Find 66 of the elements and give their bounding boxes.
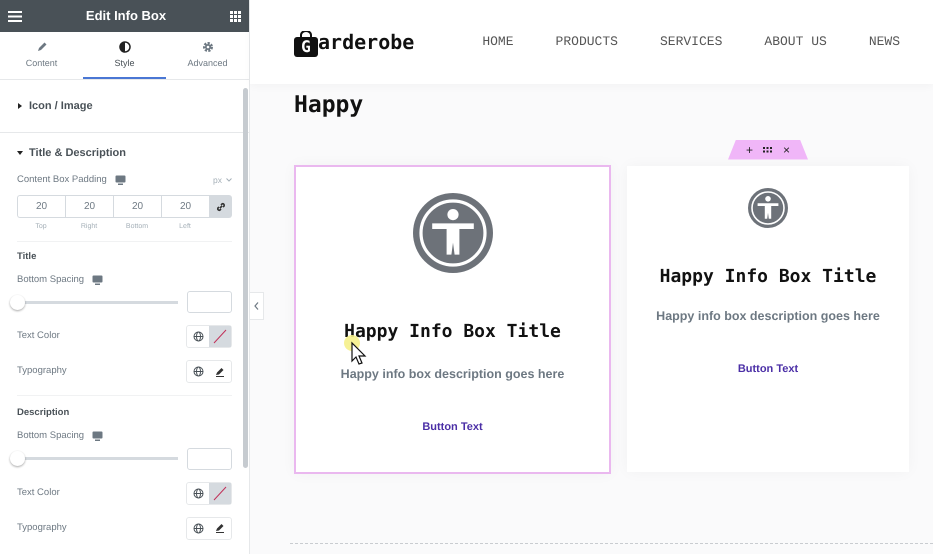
number-field[interactable]: 20 [17,195,65,218]
accessibility-icon [748,188,788,228]
gear-icon [202,41,214,53]
number-field[interactable]: 20 [65,195,113,218]
control-label: Typography [17,364,67,378]
chevron-left-icon [254,302,259,310]
scrollbar[interactable] [243,88,248,468]
link-button[interactable] [209,195,232,218]
panel-tab[interactable]: Style [83,32,166,79]
menu-icon[interactable] [8,10,22,22]
nav-link[interactable]: HOME [482,32,514,52]
apps-grid-icon[interactable] [230,10,241,22]
monitor-icon[interactable] [92,274,104,285]
info-box-description: Happy info box description goes here [340,366,564,383]
control-label: Bottom Spacing [17,272,84,287]
info-box-button[interactable]: Button Text [422,419,483,436]
control-label: Typography [17,520,67,535]
color-swatch[interactable] [209,482,231,504]
globe-icon [192,522,204,534]
pencil-icon [36,41,48,53]
number-field[interactable]: 20 [113,195,161,218]
collapse-panel-tab[interactable] [250,292,264,320]
panel-tab[interactable]: Content [0,32,83,79]
column-toolbar[interactable]: + × [728,140,808,160]
globe-icon [192,488,204,498]
caret-icon[interactable] [17,150,23,156]
control-label: Content Box Padding [17,172,107,187]
panel-title: Edit Info Box [86,7,166,26]
monitor-icon[interactable] [92,431,104,442]
info-box-title: Happy Info Box Title [660,264,876,288]
number-field[interactable] [187,291,232,313]
page-heading: Happy [294,91,364,120]
control-label: Text Color [17,329,60,344]
section-title[interactable]: Title & Description [29,144,126,162]
nav-link[interactable]: ABOUT US [764,32,827,52]
caret-icon[interactable] [17,103,23,109]
number-field[interactable] [187,448,232,470]
close-button[interactable]: × [783,140,790,158]
accessibility-icon [412,192,492,272]
pencil-icon [215,523,225,533]
section-title[interactable]: Icon / Image [29,98,93,114]
pencil-icon [215,366,225,376]
logo[interactable]: G arderobe [294,27,414,57]
control-label: Text Color [17,486,60,500]
nav-link[interactable]: PRODUCTS [556,32,618,52]
info-box-card[interactable]: Happy Info Box Title Happy info box description goes here Button Text [294,164,611,474]
color-swatch[interactable] [209,326,231,347]
group-heading: Title [17,250,38,264]
nav-link[interactable]: NEWS [868,32,900,52]
slider-thumb[interactable] [10,294,25,310]
info-box-description: Happy info box description goes here [656,308,880,325]
nav-link[interactable]: SERVICES [660,32,722,52]
chevron-down-icon [226,178,232,182]
panel-tab[interactable]: Advanced [166,32,249,79]
half-circle-icon [118,41,130,53]
group-heading: Description [17,406,70,420]
globe-icon [192,331,204,342]
add-button[interactable]: + [746,140,753,158]
globe-icon [192,366,204,377]
monitor-icon[interactable] [114,175,126,185]
drag-handle-icon[interactable] [763,146,773,152]
control-label: Bottom Spacing [17,429,84,444]
link-icon [216,202,226,212]
slider-thumb[interactable] [10,451,25,466]
info-box-button[interactable]: Button Text [738,361,798,378]
info-box-title: Happy Info Box Title [344,320,561,344]
